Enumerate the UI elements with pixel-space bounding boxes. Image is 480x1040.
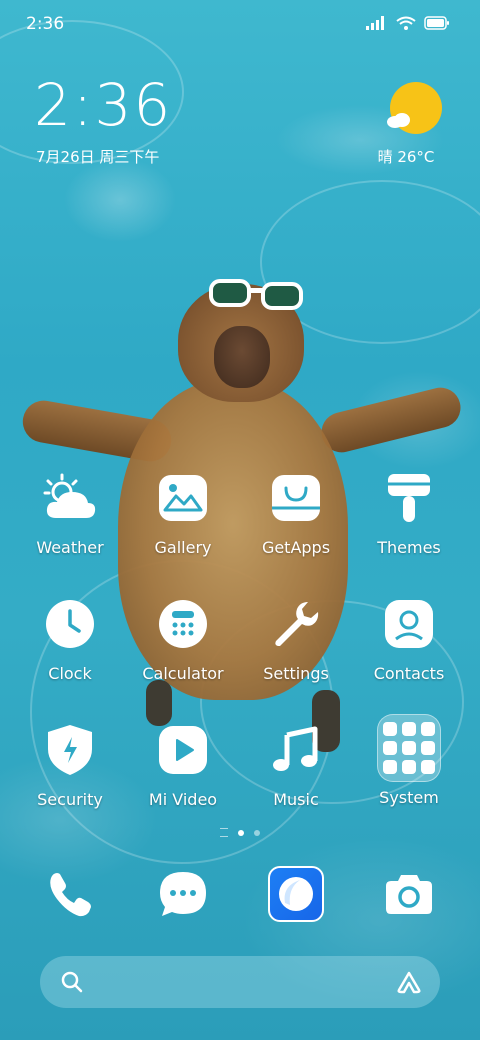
- page-dot: [254, 829, 260, 836]
- status-time: 2:36: [26, 14, 65, 34]
- app-label: Music: [273, 790, 319, 809]
- app-settings[interactable]: Settings: [240, 592, 352, 683]
- search-bar[interactable]: [40, 956, 440, 1008]
- app-mi-video[interactable]: Mi Video: [127, 718, 239, 809]
- app-security[interactable]: Security: [14, 718, 126, 809]
- sunglasses-image: [209, 279, 303, 310]
- cloud-icon: [387, 113, 410, 128]
- camera-icon: [386, 875, 432, 914]
- browser-icon: [268, 866, 324, 922]
- app-label: Calculator: [142, 664, 224, 683]
- play-icon: [151, 718, 215, 782]
- app-label: Mi Video: [148, 790, 218, 809]
- weather-condition-temp: 晴 26°C: [377, 148, 435, 166]
- messages-icon: [160, 872, 206, 916]
- app-label: Contacts: [373, 664, 445, 683]
- app-label: Gallery: [154, 538, 212, 557]
- app-getapps[interactable]: GetApps: [240, 466, 352, 557]
- status-icons: [366, 16, 450, 30]
- page-list-indicator: [220, 828, 228, 837]
- app-label: GetApps: [261, 538, 331, 557]
- app-label: Security: [37, 790, 103, 809]
- dock-browser[interactable]: [264, 862, 328, 926]
- calculator-icon: [151, 592, 215, 656]
- battery-icon: [424, 16, 449, 30]
- app-gallery[interactable]: Gallery: [127, 466, 239, 557]
- app-label: Settings: [263, 664, 329, 683]
- clock-widget-date: 7月26日 周三下午: [36, 148, 160, 166]
- weather-app-icon: [38, 466, 102, 530]
- capybara-snout: [214, 326, 270, 388]
- home-screen: 2:36 2:36 7月26日 周三下午 晴 26°C Weather Gall…: [0, 0, 480, 1040]
- wrench-icon: [264, 592, 328, 656]
- dock-messages[interactable]: [151, 862, 215, 926]
- search-icon: [60, 970, 84, 998]
- app-label: Themes: [377, 538, 441, 557]
- assistant-icon[interactable]: [396, 970, 422, 998]
- folder-icon: [377, 714, 441, 782]
- clock-icon: [38, 592, 102, 656]
- phone-icon: [50, 873, 91, 917]
- app-calculator[interactable]: Calculator: [127, 592, 239, 683]
- app-weather[interactable]: Weather: [14, 466, 126, 557]
- shield-icon: [38, 718, 102, 782]
- signal-icon: [366, 16, 384, 30]
- paintbrush-icon: [377, 466, 441, 530]
- page-dot-active: [238, 829, 244, 836]
- folder-system[interactable]: System: [353, 714, 465, 807]
- app-music[interactable]: Music: [240, 718, 352, 809]
- page-indicator[interactable]: [0, 828, 480, 837]
- app-label: System: [379, 788, 439, 807]
- weather-widget[interactable]: 晴 26°C: [366, 82, 446, 167]
- app-themes[interactable]: Themes: [353, 466, 465, 557]
- music-note-icon: [264, 718, 328, 782]
- app-clock[interactable]: Clock: [14, 592, 126, 683]
- status-bar: 2:36: [0, 0, 480, 50]
- app-label: Clock: [48, 664, 92, 683]
- app-label: Weather: [36, 538, 104, 557]
- capybara-arm-right: [317, 383, 465, 457]
- contact-icon: [377, 592, 441, 656]
- dock-camera[interactable]: [377, 862, 441, 926]
- gallery-icon: [151, 466, 215, 530]
- clock-widget-time[interactable]: 2:36: [34, 76, 172, 134]
- dock-phone[interactable]: [38, 862, 102, 926]
- app-contacts[interactable]: Contacts: [353, 592, 465, 683]
- wifi-icon: [396, 16, 416, 30]
- getapps-bag-icon: [264, 466, 328, 530]
